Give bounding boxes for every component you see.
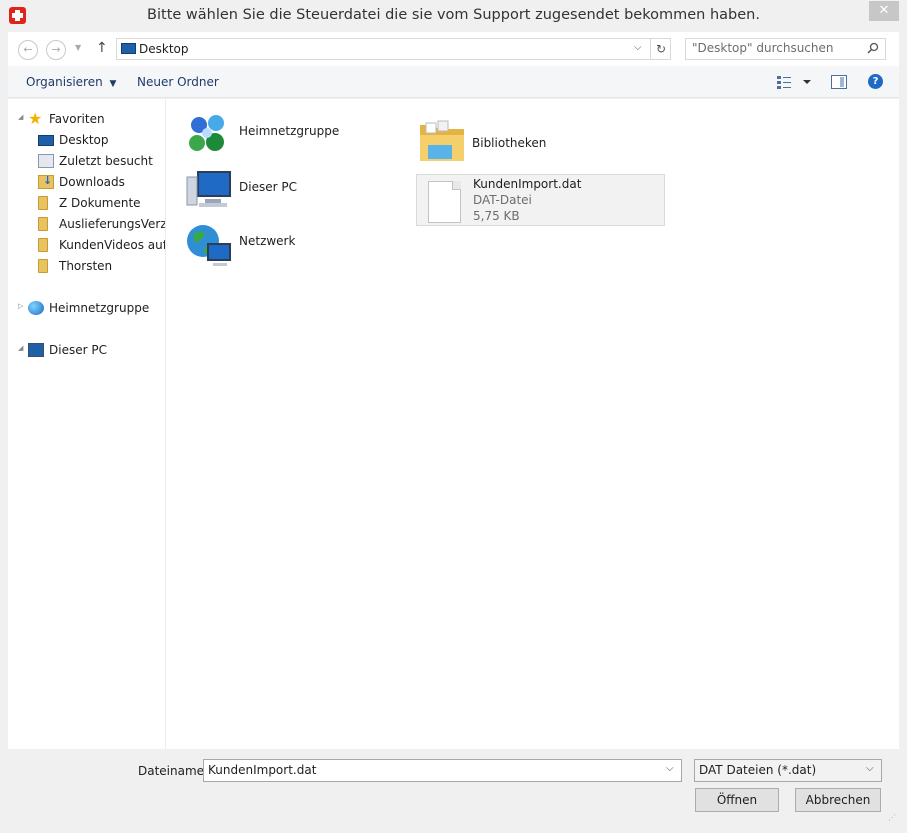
desktop-icon — [38, 135, 54, 146]
navigation-pane[interactable]: ◢ ★ Favoriten Desktop Zuletzt besucht Do… — [8, 99, 166, 749]
item-homegroup[interactable]: Heimnetzgruppe — [185, 111, 365, 161]
file-type: DAT-Datei — [473, 193, 532, 207]
sidebar-item-recent[interactable]: Zuletzt besucht — [8, 151, 165, 171]
file-document-icon — [428, 181, 461, 223]
title-bar: Bitte wählen Sie die Steuerdatei die sie… — [0, 0, 907, 32]
sidebar-item-label: Z Dokumente — [59, 196, 141, 210]
sidebar-item-auslieferung[interactable]: AuslieferungsVerzeic — [8, 214, 166, 234]
item-libraries[interactable]: Bibliotheken — [418, 117, 638, 167]
item-label: Bibliotheken — [472, 136, 547, 150]
cancel-button[interactable]: Abbrechen — [795, 788, 881, 812]
homegroup-icon — [28, 301, 44, 315]
up-arrow-icon[interactable]: ↑ — [96, 40, 108, 56]
tree-expanded-icon[interactable]: ◢ — [18, 113, 23, 121]
help-icon[interactable]: ? — [868, 74, 883, 89]
filename-input[interactable] — [208, 763, 658, 777]
filename-combobox[interactable]: ⌵ — [203, 759, 682, 782]
address-text: Desktop — [139, 42, 189, 56]
file-name: KundenImport.dat — [473, 177, 582, 191]
folder-icon — [38, 238, 48, 252]
filename-label: Dateiname: — [138, 764, 209, 778]
sidebar-item-homegroup[interactable]: ▷ Heimnetzgruppe — [8, 298, 165, 318]
organize-button[interactable]: Organisieren ▼ — [26, 75, 116, 89]
sidebar-item-label: Downloads — [59, 175, 125, 189]
view-options-icon[interactable] — [777, 75, 811, 89]
main-area: ◢ ★ Favoriten Desktop Zuletzt besucht Do… — [8, 99, 899, 749]
item-network[interactable]: Netzwerk — [185, 221, 365, 271]
item-label: Dieser PC — [239, 180, 297, 194]
new-folder-button[interactable]: Neuer Ordner — [137, 75, 219, 89]
file-list[interactable]: Heimnetzgruppe Dieser PC Netzwerk Biblio… — [167, 99, 899, 749]
address-bar[interactable]: Desktop ⌵ ↻ — [116, 38, 671, 60]
star-icon: ★ — [28, 109, 43, 128]
sidebar-item-desktop[interactable]: Desktop — [8, 130, 165, 150]
file-item-kundenimport[interactable]: KundenImport.dat DAT-Datei 5,75 KB — [416, 174, 665, 226]
sidebar-item-label: Heimnetzgruppe — [49, 301, 150, 315]
resize-grip-icon[interactable]: ⋰ — [888, 813, 896, 822]
item-label: Netzwerk — [239, 234, 296, 248]
back-arrow-icon[interactable]: ← — [18, 40, 38, 60]
sidebar-item-label: Favoriten — [49, 112, 105, 126]
tree-collapsed-icon[interactable]: ▷ — [18, 302, 23, 310]
folder-icon — [38, 259, 48, 273]
toolbar: Organisieren ▼ Neuer Ordner ? — [8, 66, 899, 98]
organize-label: Organisieren — [26, 75, 103, 89]
search-box[interactable] — [685, 38, 886, 60]
forward-arrow-icon[interactable]: → — [46, 40, 66, 60]
sidebar-item-thorsten[interactable]: Thorsten — [8, 256, 165, 276]
filetype-value: DAT Dateien (*.dat) — [699, 763, 817, 777]
chevron-down-icon: ⌵ — [866, 763, 874, 774]
search-input[interactable] — [692, 41, 862, 55]
window-title: Bitte wählen Sie die Steuerdatei die sie… — [147, 7, 760, 23]
filetype-select[interactable]: DAT Dateien (*.dat) ⌵ — [694, 759, 882, 782]
sidebar-item-label: AuslieferungsVerzeic — [59, 217, 166, 231]
libraries-folder-icon — [420, 120, 464, 161]
folder-icon — [38, 196, 48, 210]
sidebar-item-this-pc[interactable]: ◢ Dieser PC — [8, 340, 165, 360]
sidebar-item-label: Zuletzt besucht — [59, 154, 153, 168]
address-dropdown-chevron-icon[interactable]: ⌵ — [634, 42, 642, 53]
recent-locations-chevron-icon[interactable]: ▼ — [75, 43, 81, 52]
dialog-footer: Dateiname: ⌵ DAT Dateien (*.dat) ⌵ Öffne… — [8, 749, 899, 825]
computer-icon — [186, 171, 231, 207]
computer-icon — [28, 343, 44, 357]
navigation-bar: ← → ▼ ↑ Desktop ⌵ ↻ — [8, 32, 899, 66]
sidebar-item-label: Thorsten — [59, 259, 113, 273]
recent-places-icon — [38, 154, 54, 168]
network-icon — [187, 225, 231, 266]
file-size: 5,75 KB — [473, 209, 520, 223]
close-button[interactable]: ✕ — [869, 1, 899, 21]
sidebar-item-z-dokumente[interactable]: Z Dokumente — [8, 193, 165, 213]
tree-expanded-icon[interactable]: ◢ — [18, 344, 23, 352]
item-this-pc[interactable]: Dieser PC — [185, 167, 365, 217]
sidebar-item-kundenvideos[interactable]: KundenVideos auf d — [8, 235, 166, 255]
refresh-icon[interactable]: ↻ — [650, 39, 671, 59]
sidebar-item-label: KundenVideos auf d — [59, 238, 166, 252]
sidebar-item-label: Dieser PC — [49, 343, 107, 357]
desktop-icon — [121, 43, 136, 54]
chevron-down-icon[interactable]: ⌵ — [666, 763, 674, 774]
sidebar-item-label: Desktop — [59, 133, 109, 147]
downloads-folder-icon — [38, 174, 54, 189]
preview-pane-icon[interactable] — [831, 75, 847, 89]
open-button[interactable]: Öffnen — [695, 788, 779, 812]
homegroup-icon — [189, 115, 224, 151]
search-icon[interactable] — [867, 42, 879, 54]
folder-icon — [38, 217, 48, 231]
sidebar-item-downloads[interactable]: Downloads — [8, 172, 165, 192]
item-label: Heimnetzgruppe — [239, 124, 340, 138]
chevron-down-icon: ▼ — [109, 79, 117, 89]
sidebar-item-favorites[interactable]: ◢ ★ Favoriten — [8, 109, 165, 129]
